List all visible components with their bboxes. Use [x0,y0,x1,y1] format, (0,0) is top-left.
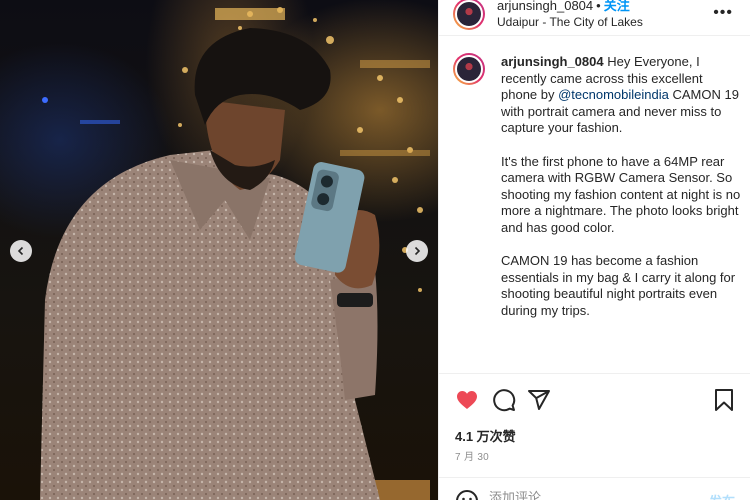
caption-section: arjunsingh_0804 Hey Everyone, I recently… [439,47,750,373]
caption-paragraph-2: It's the first phone to have a 64MP rear… [501,153,741,235]
save-button[interactable] [713,388,735,417]
emoji-button[interactable] [455,489,479,500]
post-comment-button[interactable]: 发布 [709,491,735,500]
next-photo-button[interactable] [406,240,428,262]
likes-count[interactable]: 4.1 万次赞 [455,426,516,445]
share-button[interactable] [527,388,551,417]
chevron-right-icon [414,246,421,256]
follow-button[interactable]: 关注 [604,0,630,13]
caption-username[interactable]: arjunsingh_0804 [501,54,604,69]
post-date[interactable]: 7 月 30 [455,448,489,463]
post-header: arjunsingh_0804 • 关注 Udaipur - The City of… [439,0,750,36]
post-location[interactable]: Udaipur - The City of Lakes [497,14,643,30]
separator-dot: • [596,0,601,13]
heart-filled-icon [457,391,477,409]
photo-scene [40,7,430,500]
action-bar [439,373,750,425]
author-username[interactable]: arjunsingh_0804 [497,0,593,13]
post-side-panel: arjunsingh_0804 • 关注 Udaipur - The City of… [438,0,750,500]
previous-photo-button[interactable] [10,240,32,262]
paper-plane-icon [528,390,550,410]
comment-icon [493,389,516,412]
chevron-left-icon [17,246,24,256]
caption-paragraph-3: CAMON 19 has become a fashion essentials… [501,253,736,318]
like-button[interactable] [455,388,479,417]
more-options-button[interactable]: ••• [713,4,733,22]
bookmark-icon [715,389,733,411]
post-photo[interactable] [0,0,438,500]
comment-input[interactable] [489,490,689,500]
caption-author-avatar[interactable] [453,53,485,85]
caption-text: arjunsingh_0804 Hey Everyone, I recently… [501,54,741,336]
smiley-icon [456,490,478,500]
comment-button[interactable] [492,388,516,417]
author-avatar[interactable] [453,0,485,30]
comment-bar: 发布 [439,477,750,500]
mention-link[interactable]: @tecnomobileindia [558,87,669,102]
